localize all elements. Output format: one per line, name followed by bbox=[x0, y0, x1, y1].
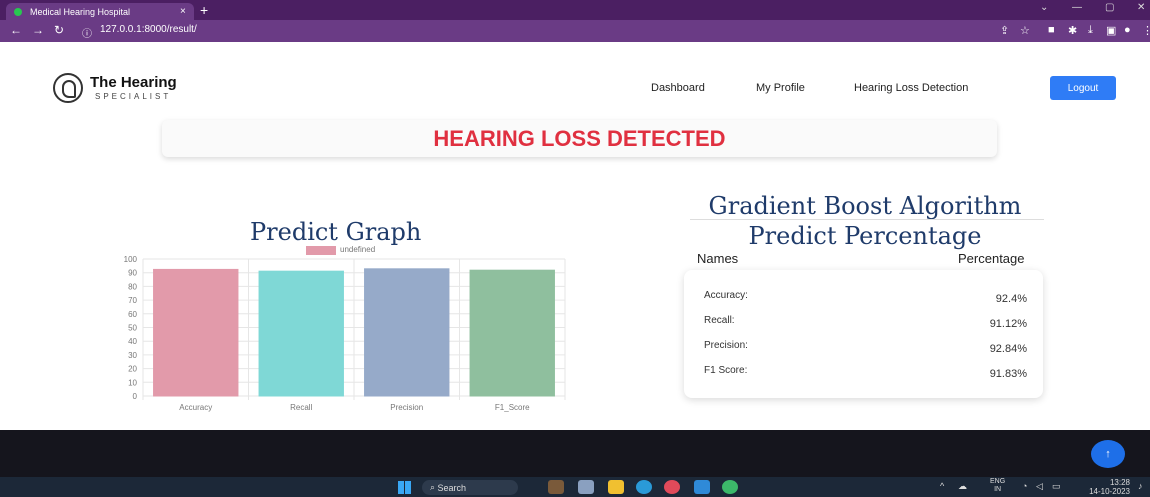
x-tick-label: Precision bbox=[390, 403, 423, 412]
metric-value: 92.4% bbox=[995, 293, 1027, 305]
predict-graph-title: Predict Graph bbox=[250, 218, 422, 246]
chrome-icon[interactable] bbox=[664, 480, 680, 494]
windows-start-icon[interactable] bbox=[398, 481, 411, 494]
x-tick-label: Accuracy bbox=[179, 403, 212, 412]
close-window-icon[interactable]: ✕ bbox=[1137, 2, 1145, 13]
share-icon[interactable]: ⇪ bbox=[1000, 24, 1009, 37]
ear-logo-icon bbox=[53, 73, 83, 103]
metric-name: Precision: bbox=[704, 340, 748, 351]
widgets-icon[interactable] bbox=[548, 480, 564, 494]
clock-date: 14-10-2023 bbox=[1089, 487, 1130, 496]
site-info-icon[interactable]: ⓘ bbox=[82, 25, 92, 40]
bar-precision bbox=[364, 268, 450, 397]
algorithm-title: Gradient Boost Algorithm bbox=[708, 192, 1022, 220]
lang-region: IN bbox=[994, 486, 1002, 493]
file-explorer-icon[interactable] bbox=[608, 480, 624, 494]
search-label: Search bbox=[437, 482, 467, 493]
logo-subtitle: SPECIALIST bbox=[95, 92, 172, 101]
reload-icon[interactable]: ↻ bbox=[54, 23, 64, 37]
battery-icon[interactable]: ▭ bbox=[1052, 481, 1061, 492]
nav-my-profile[interactable]: My Profile bbox=[756, 82, 805, 94]
algorithm-subtitle: Predict Percentage bbox=[748, 222, 982, 250]
logo-title[interactable]: The Hearing bbox=[90, 74, 177, 91]
tab-title: Medical Hearing Hospital bbox=[30, 6, 131, 17]
y-tick-label: 10 bbox=[128, 378, 137, 387]
url-field[interactable]: 127.0.0.1:8000/result/ bbox=[100, 24, 197, 35]
y-tick-label: 100 bbox=[124, 255, 138, 264]
names-header: Names bbox=[697, 251, 739, 266]
y-tick-label: 70 bbox=[128, 296, 137, 305]
y-tick-label: 80 bbox=[128, 282, 137, 291]
metric-value: 91.12% bbox=[989, 318, 1027, 330]
bar-f1-score bbox=[469, 269, 555, 397]
download-icon[interactable]: ⤓ bbox=[1088, 24, 1093, 37]
back-icon[interactable]: ← bbox=[10, 23, 22, 37]
notification-bell-icon[interactable]: ♪ bbox=[1138, 481, 1143, 491]
nav-hearing-loss-detection[interactable]: Hearing Loss Detection bbox=[854, 82, 968, 94]
metric-name: Recall: bbox=[704, 315, 735, 326]
maximize-icon[interactable]: ▢ bbox=[1105, 2, 1114, 13]
title-divider bbox=[690, 219, 1044, 220]
extension-icon[interactable]: ■ bbox=[1048, 24, 1055, 36]
metric-value: 91.83% bbox=[989, 368, 1027, 380]
y-tick-label: 40 bbox=[128, 337, 137, 346]
tab-search-icon[interactable]: ⌄ bbox=[1040, 2, 1048, 13]
language-indicator[interactable]: ENG IN bbox=[990, 478, 1005, 494]
logout-button[interactable]: Logout bbox=[1050, 76, 1116, 100]
browser-tab[interactable]: Medical Hearing Hospital × bbox=[6, 3, 194, 20]
task-view-icon[interactable] bbox=[578, 480, 594, 494]
volume-icon[interactable]: ◁ bbox=[1036, 481, 1043, 492]
scroll-top-button[interactable]: ↑ bbox=[1091, 440, 1125, 468]
metrics-card: Accuracy: 92.4% Recall: 91.12% Precision… bbox=[684, 270, 1043, 398]
x-tick-label: F1_Score bbox=[495, 403, 530, 412]
menu-icon[interactable]: ⋮ bbox=[1142, 24, 1150, 37]
puzzle-icon[interactable]: ✱ bbox=[1068, 24, 1077, 37]
new-tab-button[interactable]: + bbox=[200, 2, 208, 18]
favicon-icon bbox=[14, 7, 22, 16]
metric-value: 92.84% bbox=[989, 343, 1027, 355]
metric-name: F1 Score: bbox=[704, 365, 748, 376]
onedrive-icon[interactable]: ☁ bbox=[958, 481, 967, 492]
bar-recall bbox=[258, 270, 344, 397]
whatsapp-icon[interactable] bbox=[722, 480, 738, 494]
tab-close-button[interactable]: × bbox=[180, 6, 194, 17]
edge-browser-icon[interactable] bbox=[636, 480, 652, 494]
clock-time: 13:28 bbox=[1109, 478, 1130, 487]
y-tick-label: 90 bbox=[128, 269, 137, 278]
taskbar-search[interactable]: ⌕ Search bbox=[422, 480, 518, 495]
metric-name: Accuracy: bbox=[704, 290, 748, 301]
y-tick-label: 50 bbox=[128, 324, 137, 333]
address-bar: ← → ↻ ⓘ 127.0.0.1:8000/result/ ⇪ ☆ ■ ✱ ⤓… bbox=[0, 20, 1150, 42]
bookmark-star-icon[interactable]: ☆ bbox=[1020, 24, 1030, 37]
sidepanel-icon[interactable]: ▣ bbox=[1106, 24, 1116, 37]
y-tick-label: 60 bbox=[128, 310, 137, 319]
page-footer bbox=[0, 430, 1150, 477]
predict-bar-chart: 0 10 20 30 40 50 60 70 80 90 100 Accuracy Recall Prec… bbox=[124, 255, 566, 412]
profile-icon[interactable]: ● bbox=[1124, 24, 1131, 36]
browser-tab-bar: Medical Hearing Hospital × + ⌄ — ▢ ✕ bbox=[0, 0, 1150, 20]
nav-dashboard[interactable]: Dashboard bbox=[651, 82, 705, 94]
minimize-icon[interactable]: — bbox=[1072, 2, 1082, 13]
x-tick-label: Recall bbox=[290, 403, 312, 412]
y-tick-label: 30 bbox=[128, 351, 137, 360]
tray-chevron-icon[interactable]: ^ bbox=[940, 481, 944, 491]
percentage-header: Percentage bbox=[958, 251, 1025, 266]
y-tick-label: 20 bbox=[128, 365, 137, 374]
lang-code: ENG bbox=[990, 478, 1006, 485]
y-tick-label: 0 bbox=[133, 392, 138, 401]
bar-accuracy bbox=[153, 268, 239, 397]
windows-taskbar bbox=[0, 477, 1150, 497]
result-banner: HEARING LOSS DETECTED bbox=[162, 120, 997, 157]
forward-icon[interactable]: → bbox=[32, 23, 44, 37]
system-clock[interactable]: 13:28 14-10-2023 bbox=[1080, 478, 1130, 496]
wifi-icon[interactable]: ◔ bbox=[1022, 481, 1027, 491]
search-icon: ⌕ bbox=[430, 482, 438, 492]
vscode-icon[interactable] bbox=[694, 480, 710, 494]
